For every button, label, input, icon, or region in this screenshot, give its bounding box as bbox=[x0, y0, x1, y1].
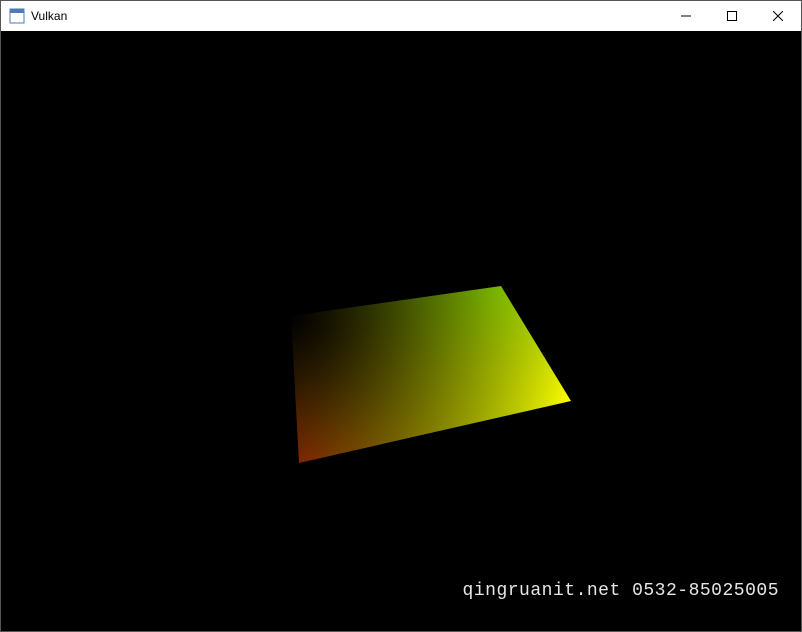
render-quad bbox=[1, 31, 801, 631]
window-title: Vulkan bbox=[31, 9, 67, 23]
maximize-button[interactable] bbox=[709, 1, 755, 31]
close-button[interactable] bbox=[755, 1, 801, 31]
watermark-text: qingruanit.net 0532-85025005 bbox=[463, 581, 779, 601]
minimize-button[interactable] bbox=[663, 1, 709, 31]
window-controls bbox=[663, 1, 801, 31]
close-icon bbox=[773, 11, 783, 21]
application-window: Vulkan bbox=[0, 0, 802, 632]
minimize-icon bbox=[681, 11, 691, 21]
titlebar[interactable]: Vulkan bbox=[1, 1, 801, 31]
maximize-icon bbox=[727, 11, 737, 21]
render-viewport: qingruanit.net 0532-85025005 bbox=[1, 31, 801, 631]
app-icon bbox=[9, 8, 25, 24]
